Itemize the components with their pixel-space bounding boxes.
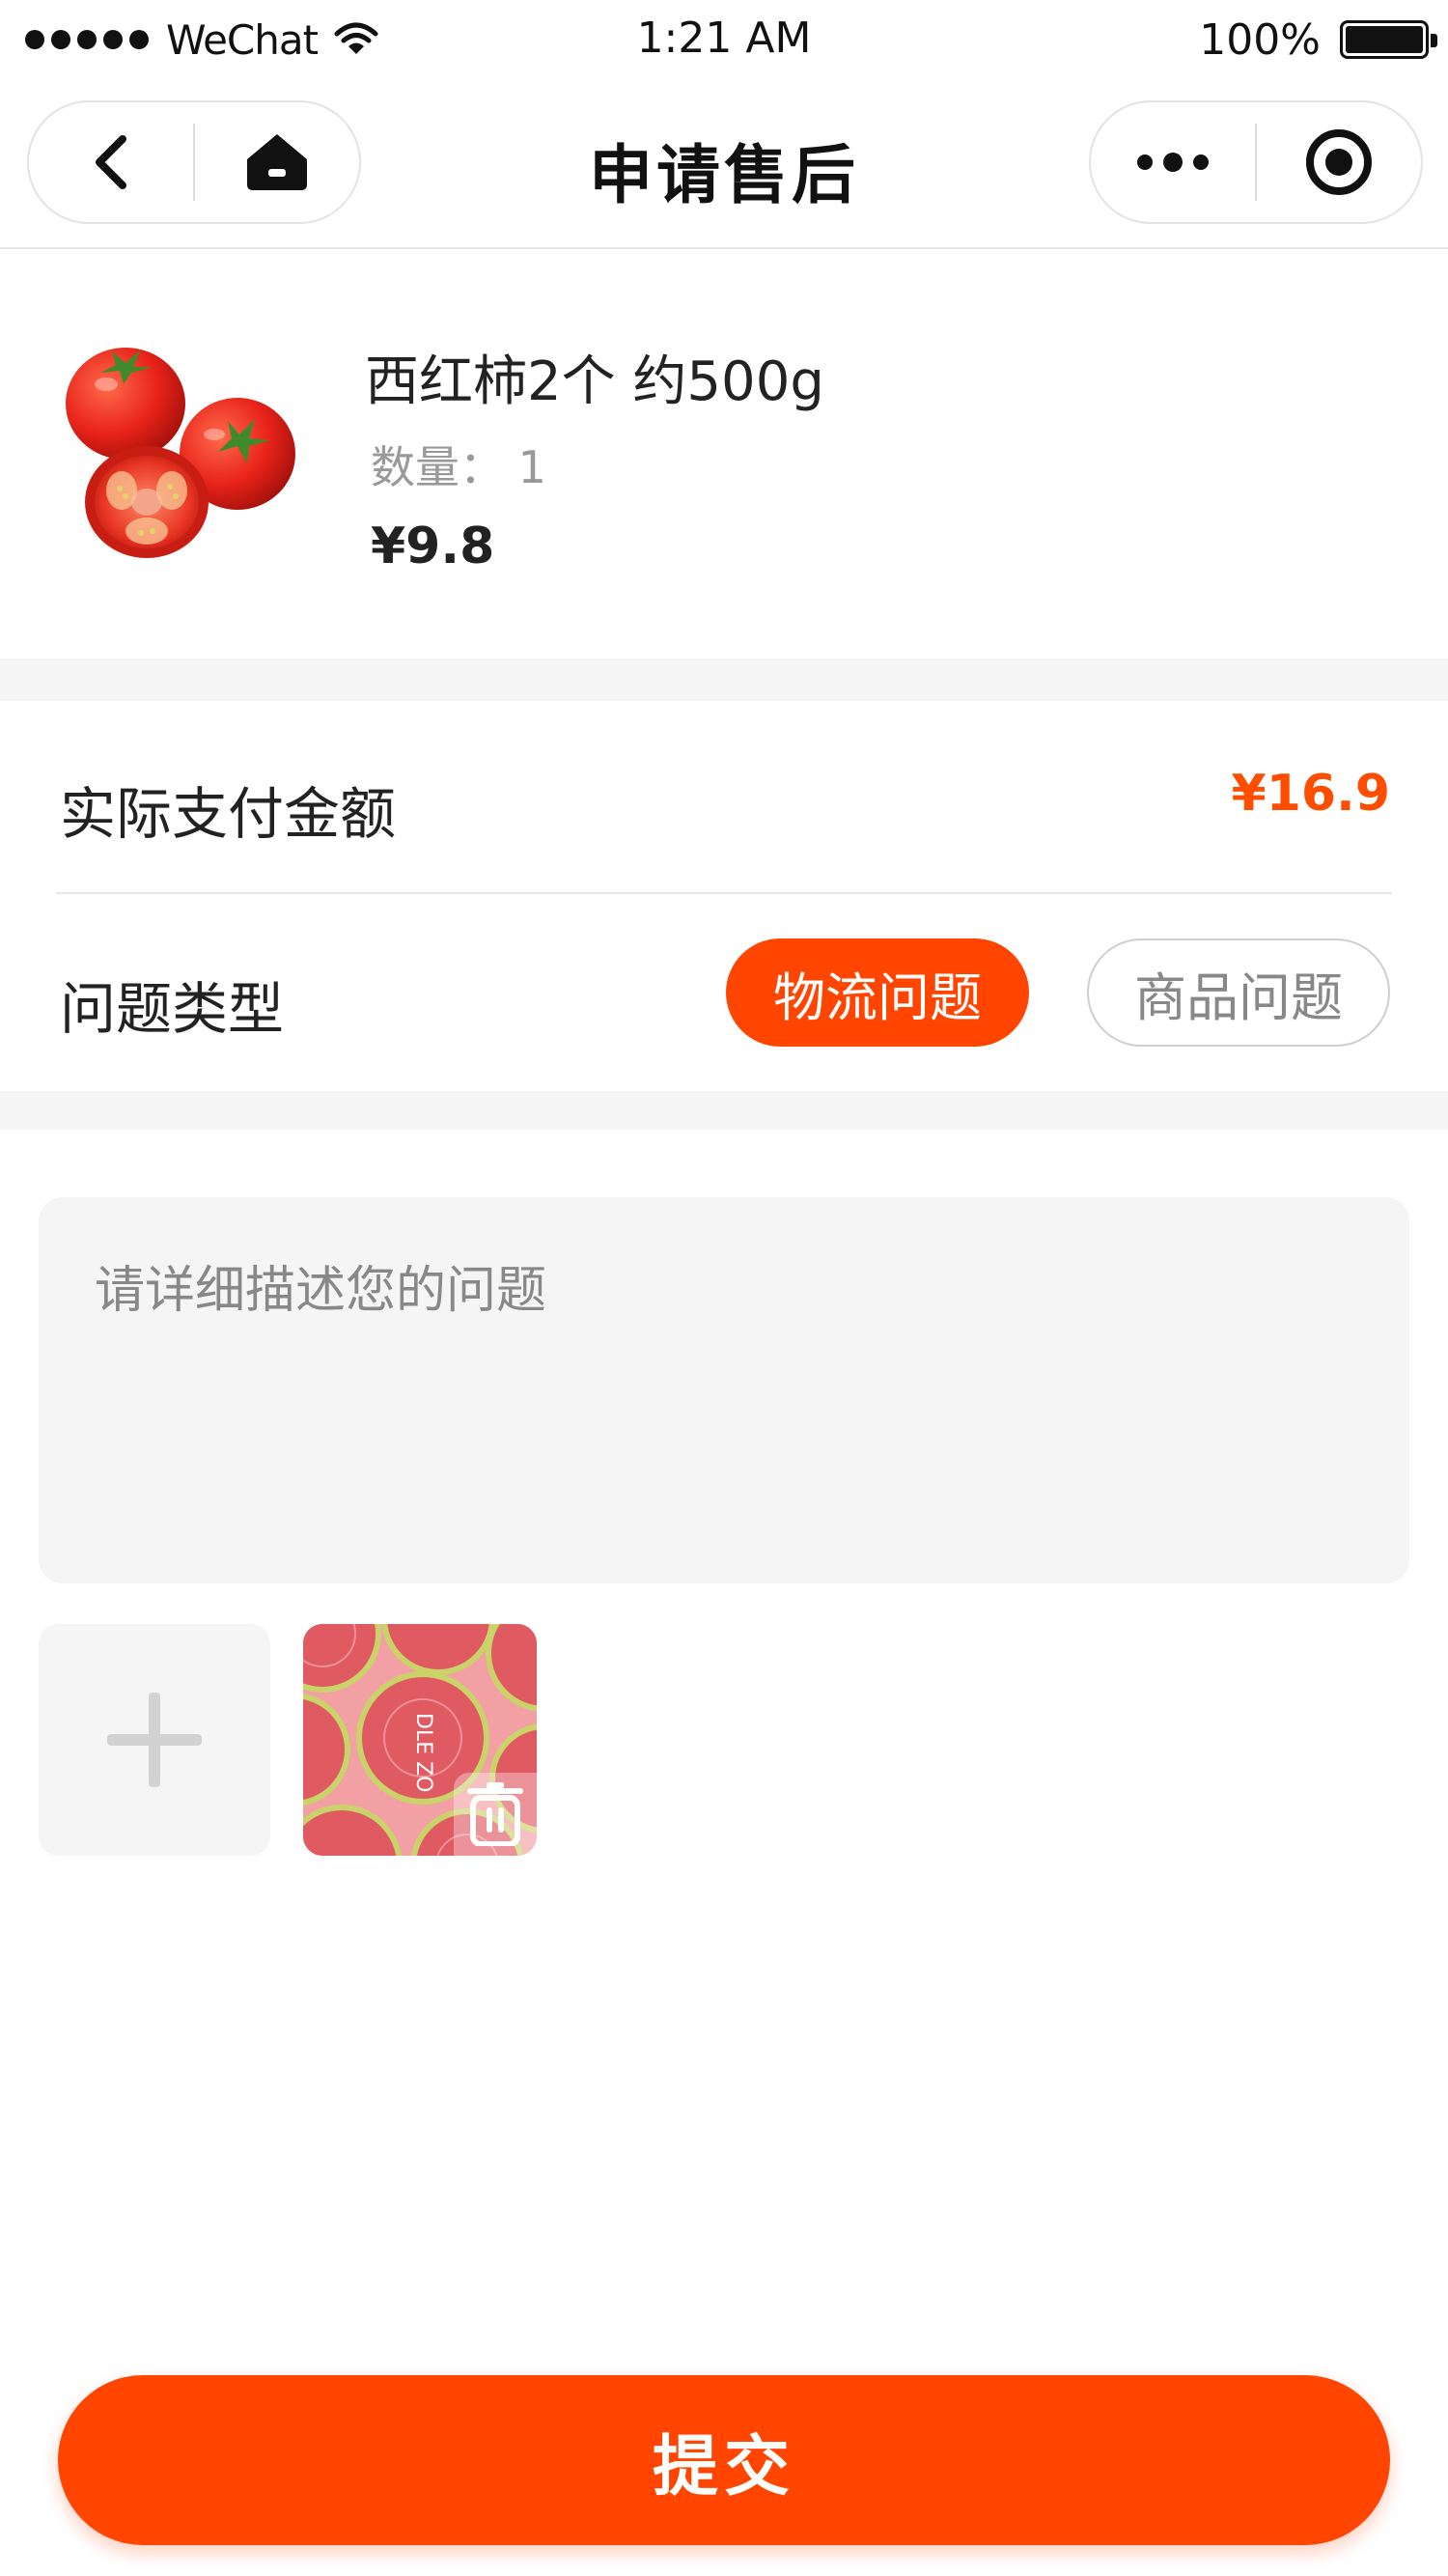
product-quantity: 数量： 1 bbox=[371, 441, 546, 493]
battery-icon bbox=[1340, 20, 1437, 59]
photo-thumbnail[interactable]: DLE ZO bbox=[303, 1624, 537, 1856]
product-price: ¥9.8 bbox=[371, 518, 495, 575]
issue-type-label: 问题类型 bbox=[60, 976, 285, 1042]
description-input[interactable] bbox=[39, 1197, 1409, 1583]
issue-type-row: 问题类型 物流问题 商品问题 bbox=[0, 894, 1448, 1091]
trash-icon bbox=[467, 1782, 523, 1846]
product-name: 西红柿2个 约500g bbox=[365, 350, 824, 413]
section-separator bbox=[0, 1091, 1448, 1130]
payment-label: 实际支付金额 bbox=[60, 781, 397, 847]
plus-icon bbox=[107, 1693, 202, 1787]
payment-amount: ¥16.9 bbox=[1231, 765, 1390, 823]
more-icon bbox=[1137, 153, 1209, 172]
close-miniprogram-button[interactable] bbox=[1257, 102, 1421, 222]
thumbnail-text: DLE ZO bbox=[411, 1713, 435, 1792]
delete-photo-button[interactable] bbox=[454, 1773, 537, 1856]
target-icon bbox=[1306, 129, 1372, 195]
payment-row: 实际支付金额 ¥16.9 bbox=[0, 701, 1448, 892]
battery-percent: 100% bbox=[1199, 14, 1321, 65]
product-card: 西红柿2个 约500g 数量： 1 ¥9.8 bbox=[0, 249, 1448, 658]
issue-option-logistics[interactable]: 物流问题 bbox=[726, 938, 1029, 1047]
more-button[interactable] bbox=[1091, 102, 1255, 222]
nav-bar: 申请售后 bbox=[0, 81, 1448, 249]
nav-capsule-right bbox=[1089, 100, 1423, 224]
submit-button[interactable]: 提交 bbox=[58, 2375, 1390, 2545]
section-separator bbox=[0, 658, 1448, 701]
add-photo-button[interactable] bbox=[39, 1624, 270, 1856]
tomato-image bbox=[66, 348, 295, 558]
status-right: 100% bbox=[1199, 14, 1437, 65]
status-bar: WeChat 1:21 AM 100% bbox=[0, 0, 1448, 81]
issue-option-product[interactable]: 商品问题 bbox=[1087, 938, 1390, 1047]
